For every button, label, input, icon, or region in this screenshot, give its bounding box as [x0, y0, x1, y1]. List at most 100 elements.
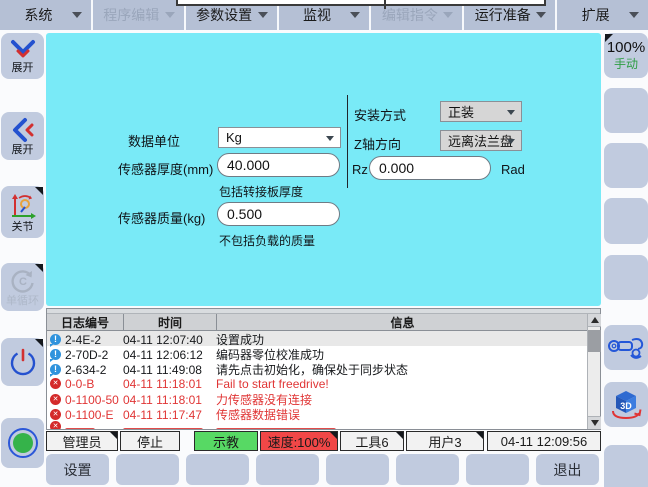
bottom-button-3[interactable] — [186, 454, 249, 485]
status-teach-mode: 示教 — [194, 431, 258, 451]
exit-label: 退出 — [554, 460, 582, 480]
cube-3d-icon: 3D — [609, 389, 643, 421]
log-row[interactable]: 0-1100-E 04-11 11:17:47 传感器数据错误 — [47, 406, 588, 421]
menu-system[interactable]: 系统 — [0, 0, 93, 30]
corner-marker-icon — [330, 432, 337, 439]
role-label: 管理员 — [62, 432, 101, 451]
log-row[interactable]: 2-4E-2 04-11 12:07:40 设置成功 — [47, 331, 588, 346]
sensor-mass-input[interactable] — [217, 202, 340, 226]
right-toolbar-button-5[interactable] — [604, 255, 648, 300]
corner-marker-icon — [396, 432, 403, 439]
z-axis-select[interactable]: 远离法兰盘 — [440, 130, 522, 151]
menu-extension-label: 扩展 — [582, 5, 624, 25]
scrollbar-thumb[interactable] — [588, 330, 601, 352]
header-time: 时间 — [123, 314, 216, 331]
corner-marker-icon — [476, 432, 483, 439]
bottom-button-2[interactable] — [116, 454, 179, 485]
status-role[interactable]: 管理员 — [46, 431, 118, 451]
status-user[interactable]: 用户3 — [406, 431, 484, 451]
record-button[interactable] — [1, 418, 44, 468]
log-row[interactable]: 0-1100-50 04-11 11:18:01 力传感器没有连接 — [47, 391, 588, 406]
single-cycle-icon: C — [10, 268, 36, 294]
log-row[interactable]: 2-634-2 04-11 11:49:08 请先点击初始化，确保处于同步状态 — [47, 361, 588, 376]
right-toolbar-button-8[interactable] — [604, 445, 648, 487]
svg-text:3D: 3D — [620, 401, 632, 411]
rz-unit-label: Rad — [501, 162, 525, 177]
clipped-text — [65, 428, 95, 430]
bottom-button-bar: 设置 退出 — [46, 454, 601, 485]
log-scrollbar[interactable] — [587, 314, 600, 429]
log-time: 04-11 11:18:01 — [123, 377, 216, 391]
data-unit-select[interactable]: Kg — [218, 127, 341, 148]
expand-left-label: 展开 — [12, 144, 34, 156]
status-tool[interactable]: 工具6 — [340, 431, 404, 451]
chevron-down-icon — [350, 12, 360, 18]
gripper-button[interactable] — [604, 325, 648, 370]
joint-axes-icon — [9, 192, 37, 220]
status-speed[interactable]: 速度:100% — [260, 431, 338, 451]
chevron-down-icon — [507, 139, 515, 144]
sensor-thickness-input[interactable] — [217, 153, 340, 177]
bottom-button-6[interactable] — [396, 454, 459, 485]
expand-down-button[interactable]: 展开 — [1, 33, 44, 79]
sensor-thickness-label: 传感器厚度(mm) — [118, 159, 213, 178]
chevron-down-icon — [443, 12, 453, 18]
power-button[interactable] — [1, 338, 44, 386]
expand-left-button[interactable]: 展开 — [1, 112, 44, 160]
offscreen-window-edge — [176, 0, 546, 6]
log-time: 04-11 11:17:47 — [123, 408, 216, 422]
scroll-down-button[interactable] — [588, 416, 601, 429]
bottom-button-7[interactable] — [466, 454, 529, 485]
bottom-button-5[interactable] — [326, 454, 389, 485]
mount-method-select[interactable]: 正装 — [440, 101, 522, 122]
status-datetime: 04-11 12:09:56 — [487, 431, 601, 451]
bottom-button-4[interactable] — [256, 454, 319, 485]
corner-marker-icon — [605, 34, 613, 42]
menu-program-edit-label: 程序编辑 — [103, 5, 173, 25]
datetime-label: 04-11 12:09:56 — [501, 434, 588, 449]
z-axis-label: Z轴方向 — [354, 134, 401, 153]
menu-parameter-settings-label: 参数设置 — [196, 5, 266, 25]
log-id: 0-0-B — [65, 377, 94, 391]
joint-mode-button[interactable]: 关节 — [1, 186, 44, 238]
log-table-content: 日志编号 时间 信息 2-4E-2 04-11 12:07:40 设置成功 2-… — [47, 314, 588, 429]
scroll-up-button[interactable] — [588, 314, 601, 327]
log-id: 2-4E-2 — [65, 333, 101, 347]
double-chevron-left-icon — [11, 117, 35, 143]
corner-marker-icon — [35, 339, 43, 347]
header-message: 信息 — [216, 314, 588, 331]
error-icon — [50, 409, 61, 420]
error-icon — [50, 421, 61, 429]
chevron-down-icon — [258, 12, 268, 18]
right-toolbar-button-2[interactable] — [604, 88, 648, 133]
sensor-mass-label: 传感器质量(kg) — [118, 208, 205, 227]
right-toolbar-button-3[interactable] — [604, 143, 648, 188]
right-toolbar-button-4[interactable] — [604, 198, 648, 244]
header-log-id: 日志编号 — [47, 314, 123, 331]
menu-program-edit: 程序编辑 — [93, 0, 186, 30]
menu-run-preparation-label: 运行准备 — [475, 5, 545, 25]
exit-button[interactable]: 退出 — [536, 454, 599, 485]
log-row[interactable]: 0-0-B 04-11 11:18:01 Fail to start freed… — [47, 376, 588, 391]
mass-hint: 不包括负载的质量 — [219, 232, 315, 249]
speed-mode-button[interactable]: 100% 手动 — [604, 33, 648, 78]
corner-marker-icon — [35, 187, 43, 195]
rz-input[interactable] — [369, 156, 491, 180]
form-divider — [347, 95, 348, 188]
log-row[interactable]: 2-70D-2 04-11 12:06:12 编码器零位校准成功 — [47, 346, 588, 361]
error-icon — [50, 394, 61, 405]
data-unit-value: Kg — [226, 130, 242, 145]
teach-label: 示教 — [213, 432, 239, 451]
log-id: 0-1100-E — [65, 408, 113, 422]
log-message: 请先点击初始化，确保处于同步状态 — [216, 361, 588, 378]
settings-button[interactable]: 设置 — [46, 454, 109, 485]
speed-percent-label: 100% — [607, 40, 645, 56]
log-message: Fail to start freedrive! — [216, 377, 588, 391]
mount-method-value: 正装 — [448, 102, 474, 121]
robot-gripper-icon — [607, 333, 645, 363]
rz-label: Rz — [352, 162, 368, 177]
menu-extension[interactable]: 扩展 — [557, 0, 648, 30]
info-icon — [50, 334, 61, 345]
record-dot-icon — [13, 433, 33, 453]
view-3d-button[interactable]: 3D — [604, 382, 648, 427]
